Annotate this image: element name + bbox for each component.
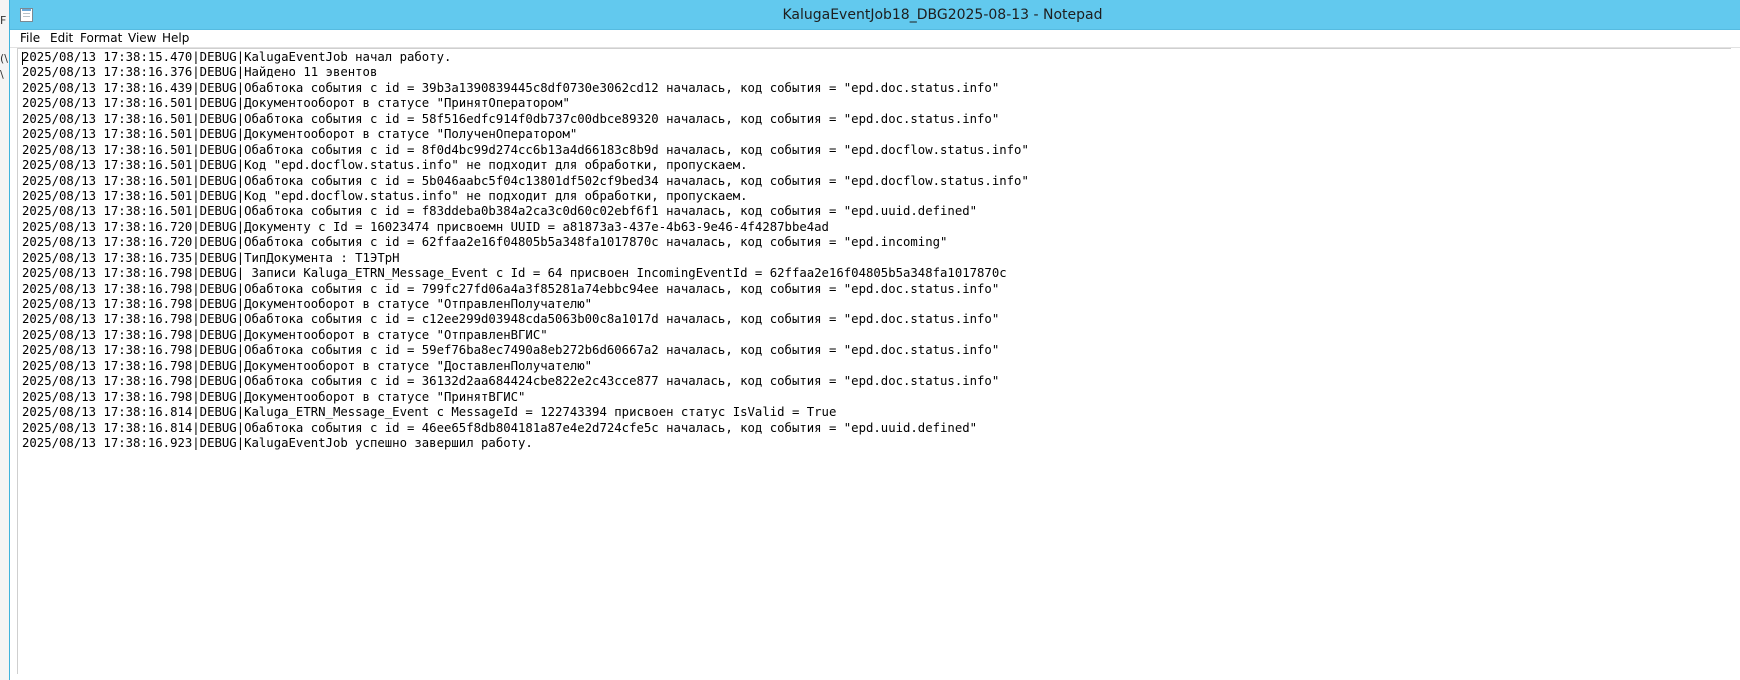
log-line: 2025/08/13 17:38:16.798|DEBUG|Обабтока с… — [22, 312, 1000, 327]
background-text-fragment: F — [0, 14, 7, 27]
menu-help[interactable]: Help — [162, 31, 189, 45]
menu-format[interactable]: Format — [80, 31, 122, 45]
background-text-fragment: (\ — [0, 52, 8, 65]
menu-edit[interactable]: Edit — [50, 31, 73, 45]
log-line: 2025/08/13 17:38:16.798|DEBUG|Документоо… — [22, 297, 593, 311]
log-line: 2025/08/13 17:38:16.798|DEBUG| Записи Ka… — [22, 266, 1007, 281]
text-caret — [22, 52, 23, 65]
background-text-fragment: \ — [0, 68, 4, 81]
menu-file[interactable]: File — [20, 31, 40, 45]
title-bar[interactable]: KalugaEventJob18_DBG2025-08-13 - Notepad — [10, 0, 1740, 30]
log-line: 2025/08/13 17:38:16.501|DEBUG|Код "epd.d… — [22, 188, 748, 203]
log-line: 2025/08/13 17:38:16.501|DEBUG|Обабтока с… — [22, 173, 1029, 188]
log-line: 2025/08/13 17:38:16.720|DEBUG|Документу … — [22, 219, 829, 234]
log-line: 2025/08/13 17:38:16.501|DEBUG|Обабтока с… — [22, 111, 1000, 126]
log-line: 2025/08/13 17:38:16.720|DEBUG|Обабтока с… — [22, 235, 948, 250]
menu-bar: File Edit Format View Help — [10, 30, 1740, 48]
log-line: 2025/08/13 17:38:16.814|DEBUG|Обабтока с… — [22, 420, 978, 435]
log-line: 2025/08/13 17:38:16.798|DEBUG|Документоо… — [22, 389, 526, 404]
menu-view[interactable]: View — [128, 31, 156, 45]
log-line: 2025/08/13 17:38:16.923|DEBUG|KalugaEven… — [22, 435, 533, 450]
text-editor-area[interactable]: 2025/08/13 17:38:15.470|DEBUG|KalugaEven… — [17, 48, 1731, 674]
log-line: 2025/08/13 17:38:16.798|DEBUG|Документоо… — [22, 358, 593, 373]
log-line: 2025/08/13 17:38:16.439|DEBUG|Обабтока с… — [22, 80, 1000, 95]
log-line: 2025/08/13 17:38:16.501|DEBUG|Обабтока с… — [22, 204, 978, 219]
log-line: 2025/08/13 17:38:16.735|DEBUG|ТипДокумен… — [22, 250, 400, 265]
log-line: 2025/08/13 17:38:16.798|DEBUG|Документоо… — [22, 327, 548, 342]
log-line: 2025/08/13 17:38:16.501|DEBUG|Код "epd.d… — [22, 158, 748, 173]
window-title: KalugaEventJob18_DBG2025-08-13 - Notepad — [782, 7, 1103, 23]
log-text: 2025/08/13 17:38:15.470|DEBUG|KalugaEven… — [18, 49, 1731, 451]
log-line: 2025/08/13 17:38:16.501|DEBUG|Обабтока с… — [22, 142, 1029, 157]
log-line: 2025/08/13 17:38:16.501|DEBUG|Документоо… — [22, 96, 570, 111]
log-line: 2025/08/13 17:38:16.814|DEBUG|Kaluga_ETR… — [22, 405, 837, 420]
log-line: 2025/08/13 17:38:16.798|DEBUG|Обабтока с… — [22, 343, 1000, 358]
log-line: 2025/08/13 17:38:16.798|DEBUG|Обабтока с… — [22, 281, 1000, 296]
log-line: 2025/08/13 17:38:16.501|DEBUG|Документоо… — [22, 127, 578, 142]
log-line: 2025/08/13 17:38:15.470|DEBUG|KalugaEven… — [22, 50, 452, 64]
log-line: 2025/08/13 17:38:16.376|DEBUG|Найдено 11… — [22, 65, 378, 80]
notepad-window: KalugaEventJob18_DBG2025-08-13 - Notepad… — [9, 0, 1740, 680]
log-line: 2025/08/13 17:38:16.798|DEBUG|Обабтока с… — [22, 374, 1000, 389]
